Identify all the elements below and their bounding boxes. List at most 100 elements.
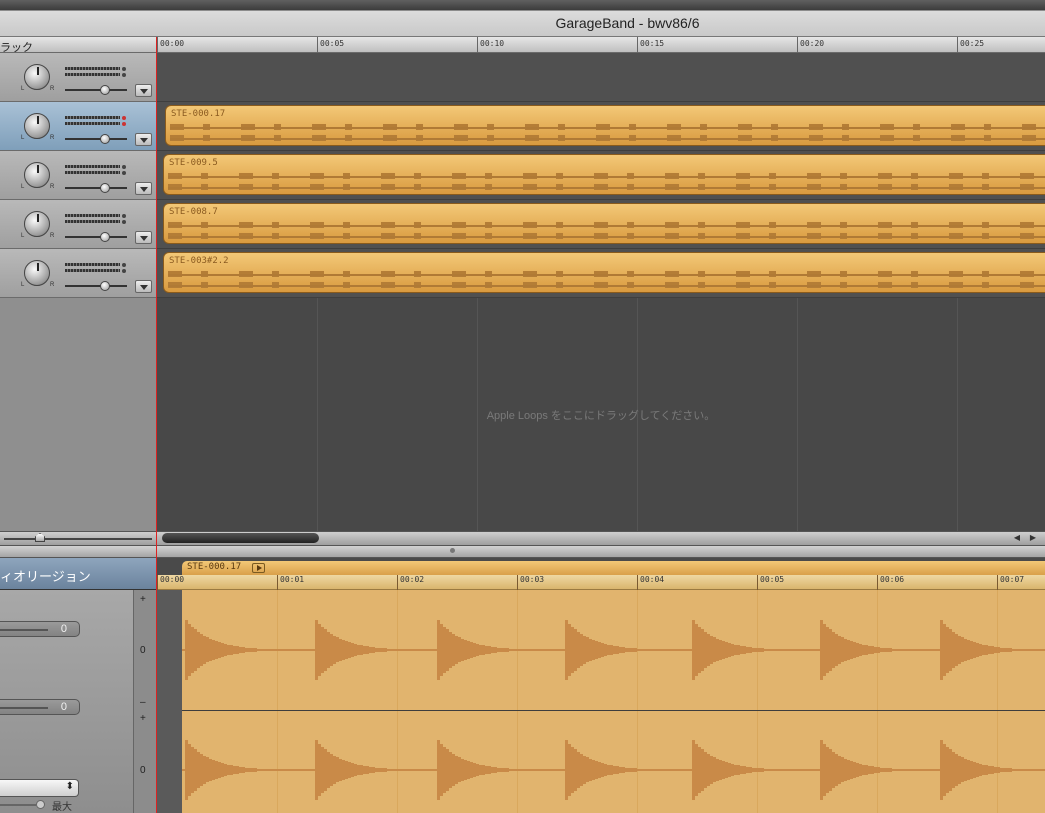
scroll-left-button[interactable]: ◀ bbox=[1010, 531, 1024, 545]
track-header-5[interactable]: L R bbox=[0, 249, 157, 298]
audio-region[interactable]: STE-008.7 bbox=[163, 203, 1045, 244]
pan-knob[interactable] bbox=[24, 162, 50, 188]
ruler-tick: 00:25 bbox=[960, 39, 985, 48]
track-header-label: ラック bbox=[0, 37, 157, 54]
clip-indicator bbox=[122, 214, 126, 218]
volume-slider[interactable] bbox=[65, 138, 127, 140]
track-disclosure-button[interactable] bbox=[135, 84, 152, 97]
scale-minus: – bbox=[140, 697, 146, 708]
volume-slider-thumb[interactable] bbox=[100, 183, 110, 193]
editor-time-ruler[interactable]: 00:00 00:01 00:02 00:03 00:04 00:05 00:0… bbox=[157, 575, 1045, 590]
waveform-baseline bbox=[182, 649, 1045, 651]
region-name: STE-008.7 bbox=[169, 207, 218, 217]
editor-slider-field-2[interactable]: 0 bbox=[0, 699, 80, 715]
title-bar: GarageBand - bwv86/6 bbox=[0, 0, 1045, 37]
pan-right-label: R bbox=[50, 184, 55, 190]
track-disclosure-button[interactable] bbox=[135, 231, 152, 244]
max-label: 最大 bbox=[52, 802, 72, 813]
editor-slider-field-1[interactable]: 0 bbox=[0, 621, 80, 637]
pan-knob[interactable] bbox=[24, 113, 50, 139]
editor-tick: 00:02 bbox=[400, 575, 425, 584]
horizontal-scroll-thumb[interactable] bbox=[162, 533, 319, 543]
region-name: STE-003#2.2 bbox=[169, 256, 229, 266]
editor-tick: 00:06 bbox=[880, 575, 905, 584]
track-header-empty-area bbox=[0, 298, 157, 531]
clip-indicator bbox=[122, 263, 126, 267]
volume-slider-thumb[interactable] bbox=[100, 85, 110, 95]
editor-region-header[interactable]: STE-000.17 bbox=[182, 561, 1045, 575]
clip-indicator bbox=[122, 116, 126, 120]
ruler-tick: 00:15 bbox=[640, 39, 665, 48]
track-disclosure-button[interactable] bbox=[135, 133, 152, 146]
region-waveform bbox=[168, 176, 1045, 178]
select-arrows-icon: ⬍ bbox=[65, 781, 74, 792]
track-header-2[interactable]: L R bbox=[0, 102, 157, 151]
pan-knob[interactable] bbox=[24, 211, 50, 237]
track-lane-4[interactable]: STE-008.7 bbox=[157, 200, 1045, 249]
pan-right-label: R bbox=[50, 86, 55, 92]
volume-slider-thumb[interactable] bbox=[100, 281, 110, 291]
audio-region[interactable]: STE-009.5 bbox=[163, 154, 1045, 195]
zoom-slider-track[interactable] bbox=[4, 538, 152, 540]
max-slider-row[interactable]: 最大 bbox=[0, 797, 79, 813]
arrange-area[interactable]: STE-000.17 STE-009.5 STE-008.7 STE-003#2… bbox=[157, 53, 1045, 531]
region-waveform bbox=[170, 138, 1045, 140]
playhead[interactable] bbox=[156, 37, 157, 813]
region-waveform bbox=[168, 285, 1045, 287]
pan-knob[interactable] bbox=[24, 64, 50, 90]
volume-slider-thumb[interactable] bbox=[100, 134, 110, 144]
clip-indicator bbox=[122, 165, 126, 169]
pan-left-label: L bbox=[21, 135, 25, 141]
clip-indicator bbox=[122, 220, 126, 224]
track-lane-3[interactable]: STE-009.5 bbox=[157, 151, 1045, 200]
volume-slider[interactable] bbox=[65, 236, 127, 238]
editor-header: ィオリージョン bbox=[0, 558, 157, 590]
volume-slider[interactable] bbox=[65, 285, 127, 287]
pan-left-label: L bbox=[21, 233, 25, 239]
volume-slider[interactable] bbox=[65, 187, 127, 189]
track-lane-2[interactable]: STE-000.17 bbox=[157, 102, 1045, 151]
pan-knob[interactable] bbox=[24, 260, 50, 286]
editor-region-name: STE-000.17 bbox=[187, 562, 242, 572]
editor-title: ィオリージョン bbox=[0, 569, 91, 584]
editor-tick: 00:01 bbox=[280, 575, 305, 584]
level-meter bbox=[65, 165, 120, 168]
editor-popup-select[interactable]: ⬍ bbox=[0, 779, 79, 797]
clip-indicator bbox=[122, 73, 126, 77]
timeline-ruler[interactable]: 00:00 00:05 00:10 00:15 00:20 00:25 bbox=[157, 37, 1045, 53]
track-header-3[interactable]: L R bbox=[0, 151, 157, 200]
waveform-baseline bbox=[182, 769, 1045, 771]
clip-indicator bbox=[122, 171, 126, 175]
volume-slider[interactable] bbox=[65, 89, 127, 91]
track-header-1[interactable]: L R bbox=[0, 53, 157, 102]
region-waveform bbox=[170, 127, 1045, 129]
pan-left-label: L bbox=[21, 184, 25, 190]
level-meter bbox=[65, 116, 120, 119]
channel-divider bbox=[182, 710, 1045, 711]
region-play-icon[interactable] bbox=[252, 563, 265, 573]
level-meter bbox=[65, 67, 120, 70]
scale-zero: 0 bbox=[140, 645, 146, 656]
splitter-handle-icon[interactable] bbox=[450, 548, 455, 553]
level-meter bbox=[65, 73, 120, 76]
level-meter bbox=[65, 269, 120, 272]
pan-left-label: L bbox=[21, 86, 25, 92]
drop-hint-text: Apple Loops をここにドラッグしてください。 bbox=[486, 410, 716, 422]
audio-region[interactable]: STE-003#2.2 bbox=[163, 252, 1045, 293]
level-meter bbox=[65, 122, 120, 125]
ruler-tick: 00:00 bbox=[160, 39, 185, 48]
track-header-4[interactable]: L R bbox=[0, 200, 157, 249]
track-lane-5[interactable]: STE-003#2.2 bbox=[157, 249, 1045, 298]
editor-waveform-region[interactable] bbox=[182, 590, 1045, 813]
pan-left-label: L bbox=[21, 282, 25, 288]
track-disclosure-button[interactable] bbox=[135, 182, 152, 195]
scale-zero: 0 bbox=[140, 765, 146, 776]
track-lane-1[interactable] bbox=[157, 53, 1045, 102]
level-meter bbox=[65, 220, 120, 223]
scroll-right-button[interactable]: ▶ bbox=[1026, 531, 1040, 545]
window-title: GarageBand - bwv86/6 bbox=[555, 15, 700, 31]
track-disclosure-button[interactable] bbox=[135, 280, 152, 293]
audio-region[interactable]: STE-000.17 bbox=[165, 105, 1045, 146]
max-slider-knob[interactable] bbox=[36, 800, 45, 809]
volume-slider-thumb[interactable] bbox=[100, 232, 110, 242]
